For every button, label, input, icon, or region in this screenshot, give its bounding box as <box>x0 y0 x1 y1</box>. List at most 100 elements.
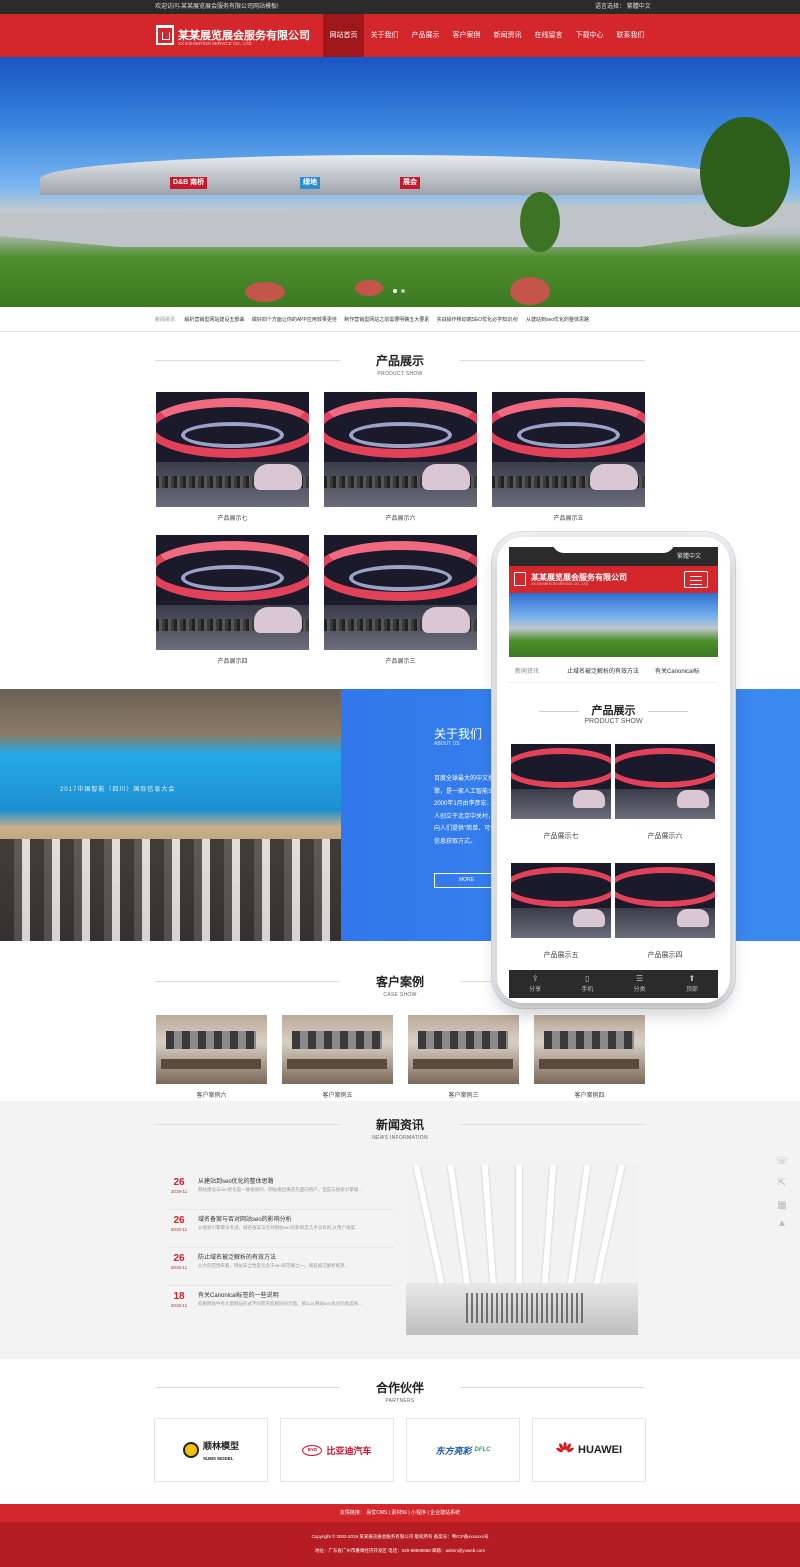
product-image[interactable] <box>156 535 309 650</box>
partner-logo[interactable]: 东方亮彩 DFLC <box>406 1418 520 1482</box>
case-image[interactable] <box>156 1015 267 1084</box>
case-image[interactable] <box>282 1015 393 1084</box>
tab-label: 分类 <box>633 987 646 993</box>
friend-links: 友情链接： 易优CMS | 素材56 | 小程序 | 企业建站系统 <box>0 1504 800 1522</box>
banner-tree <box>520 192 560 252</box>
mobile-products-title: 产品展示 <box>591 705 636 717</box>
divider <box>0 331 800 332</box>
partner-name: 顺林模型 <box>202 1440 239 1451</box>
product-caption[interactable]: 产品展示六 <box>324 513 477 522</box>
product-caption[interactable]: 产品展示七 <box>156 513 309 522</box>
news-item[interactable]: 18 2019-11 有关Canonical标签的一些说明 如果网站中有大量网址… <box>168 1286 393 1324</box>
divider <box>155 1387 340 1388</box>
divider <box>460 360 645 361</box>
mobile-product-caption[interactable]: 产品展示六 <box>615 831 715 841</box>
case-caption[interactable]: 客户案例三 <box>408 1090 519 1099</box>
tab-top[interactable]: ⬆ 顶部 <box>666 970 718 998</box>
product-image[interactable] <box>324 392 477 507</box>
friend-link[interactable]: 企业建站系统 <box>430 1510 460 1516</box>
partner-logo[interactable]: 顺林模型 SUMS MODEL <box>154 1418 268 1482</box>
tab-share[interactable]: ⇪ 分享 <box>509 970 561 998</box>
contact-text: 地址：广东省广州市番禺经济开发区 电话：020-88888888 邮箱：admi… <box>314 1548 486 1553</box>
partner-logo[interactable]: BYD 比亚迪汽车 <box>280 1418 394 1482</box>
share-icon[interactable]: ⇱ <box>772 1174 792 1192</box>
mobile-product-caption[interactable]: 产品展示七 <box>511 831 611 841</box>
ticker-item[interactable]: 从建站到seo优化的整体思路 <box>526 317 589 323</box>
news-item-summary: 网站建设与seo优化是一脉相承的，网站做出来首先面向用户，但是与搜索引擎联... <box>198 1187 363 1192</box>
ticker-item[interactable]: 做好四个方面让你的APP应用效果更佳 <box>252 317 337 323</box>
product-image[interactable] <box>492 392 645 507</box>
hero-banner[interactable]: D&B 南桥 绿地 展会 <box>0 57 800 307</box>
banner-sign: D&B 南桥 <box>170 177 208 189</box>
mobile-product-caption[interactable]: 产品展示四 <box>615 950 715 960</box>
ticker-item[interactable]: 制作营销型网站之前需要明确五大要素 <box>344 317 429 323</box>
banner-rock <box>510 277 550 305</box>
nav-products[interactable]: 产品展示 <box>405 14 446 57</box>
nav-contact[interactable]: 联系我们 <box>610 14 651 57</box>
language-value[interactable]: 繁體中文 <box>627 4 651 10</box>
main-nav: 网站首页 关于我们 产品展示 客户案例 新闻资讯 在线留言 下载中心 联系我们 <box>323 14 651 57</box>
news-item-title[interactable]: 从建站到seo优化的整体思路 <box>198 1176 274 1185</box>
language-selector[interactable]: 语言选择： 繁體中文 <box>595 0 651 14</box>
byd-logo-icon: BYD <box>302 1444 323 1456</box>
partner-name: 比亚迪汽车 <box>326 1445 372 1456</box>
product-caption[interactable]: 产品展示四 <box>156 656 309 665</box>
divider <box>155 981 340 982</box>
product-image[interactable] <box>324 535 477 650</box>
mobile-ticker-item[interactable]: 止域名被泛解析的有效方法 <box>567 661 639 682</box>
case-caption[interactable]: 客户案例五 <box>282 1090 393 1099</box>
more-button[interactable]: MORE <box>434 873 499 888</box>
case-image[interactable] <box>408 1015 519 1084</box>
hamburger-menu-icon[interactable] <box>684 571 708 588</box>
banner-dot[interactable] <box>393 289 397 293</box>
nav-about[interactable]: 关于我们 <box>364 14 405 57</box>
ticker-item[interactable]: 解析营销型网站建设五部曲 <box>184 317 244 323</box>
case-caption[interactable]: 客户案例六 <box>156 1090 267 1099</box>
news-month: 2019-11 <box>170 1227 188 1232</box>
friend-link[interactable]: 素材56 <box>391 1510 407 1516</box>
friend-link[interactable]: 小程序 <box>411 1510 426 1516</box>
customer-service-icon[interactable]: ☏ <box>772 1152 792 1170</box>
nav-download[interactable]: 下载中心 <box>569 14 610 57</box>
logo-icon[interactable] <box>156 25 174 45</box>
news-item-title[interactable]: 域名备案与否对网站seo的影响分析 <box>198 1214 292 1223</box>
ticker-item[interactable]: 实战操作移动端SEO优化必学知识点! <box>437 317 519 323</box>
mobile-language[interactable]: 繁體中文 <box>677 551 701 560</box>
mobile-logo-subtitle: XX EXHIBITION SERVICE CO., LTD <box>531 582 589 586</box>
news-item[interactable]: 26 2019-11 域名备案与否对网站seo的影响分析 从搜索引擎算法考虑，域… <box>168 1210 393 1248</box>
back-to-top-icon[interactable]: ▲ <box>772 1214 792 1232</box>
friend-link[interactable]: 易优CMS <box>366 1510 387 1516</box>
logo-subtitle: XX EXHIBITION SERVICE CO., LTD <box>178 41 252 46</box>
nav-home[interactable]: 网站首页 <box>323 14 364 57</box>
product-caption[interactable]: 产品展示五 <box>492 513 645 522</box>
news-item[interactable]: 26 2019-11 从建站到seo优化的整体思路 网站建设与seo优化是一脉相… <box>168 1172 393 1210</box>
nav-news[interactable]: 新闻资讯 <box>487 14 528 57</box>
tab-category[interactable]: ☰ 分类 <box>614 970 666 998</box>
case-image[interactable] <box>534 1015 645 1084</box>
news-item-title[interactable]: 有关Canonical标签的一些说明 <box>198 1290 279 1299</box>
share-icon: ⇪ <box>531 974 539 983</box>
partner-logo[interactable]: HUAWEI <box>532 1418 646 1482</box>
product-image[interactable] <box>156 392 309 507</box>
nav-cases[interactable]: 客户案例 <box>446 14 487 57</box>
products-title: 产品展示 <box>375 354 424 368</box>
tab-phone[interactable]: ▯ 手机 <box>561 970 613 998</box>
mobile-logo-icon[interactable] <box>514 572 526 586</box>
news-item-title[interactable]: 防止域名被泛解析的有效方法 <box>198 1252 276 1261</box>
banner-dot[interactable] <box>401 289 405 293</box>
mobile-ticker-item[interactable]: 有关Canonical标 <box>655 661 700 682</box>
mobile-banner[interactable] <box>509 593 718 657</box>
mobile-product-caption[interactable]: 产品展示五 <box>511 950 611 960</box>
mobile-product-image[interactable] <box>511 744 611 819</box>
nav-message[interactable]: 在线留言 <box>528 14 569 57</box>
case-caption[interactable]: 客户案例四 <box>534 1090 645 1099</box>
product-caption[interactable]: 产品展示三 <box>324 656 477 665</box>
mobile-header: 某某展览展会服务有限公司 XX EXHIBITION SERVICE CO., … <box>509 566 718 593</box>
tab-label: 手机 <box>581 987 594 993</box>
news-item[interactable]: 26 2019-11 防止域名被泛解析的有效方法 从大的范围来看，网站安全性是包… <box>168 1248 393 1286</box>
mobile-product-image[interactable] <box>511 863 611 938</box>
qrcode-icon[interactable]: ▦ <box>772 1196 792 1214</box>
mobile-product-image[interactable] <box>615 744 715 819</box>
news-feature-image[interactable] <box>406 1165 638 1335</box>
mobile-product-image[interactable] <box>615 863 715 938</box>
